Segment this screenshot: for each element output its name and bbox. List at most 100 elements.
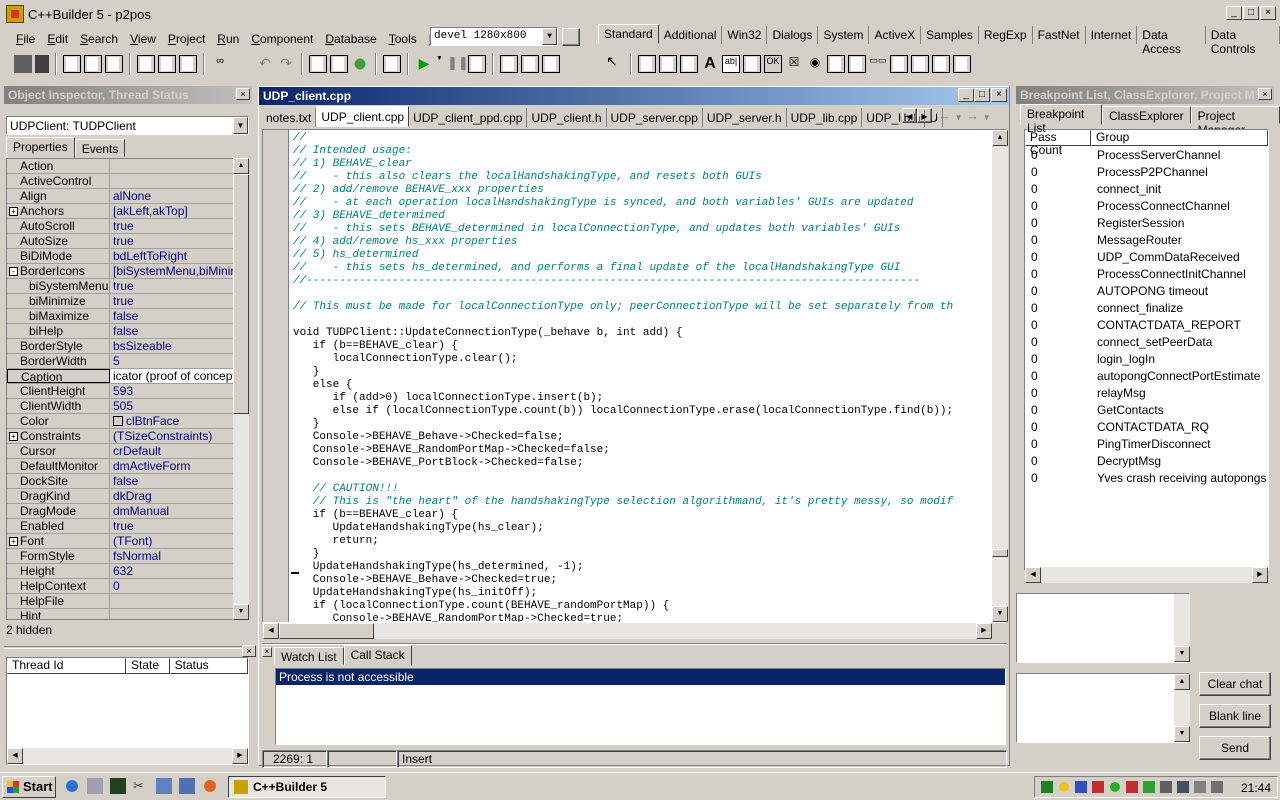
property-value[interactable]: 0 [110,579,233,593]
radiogroup-component-icon[interactable] [911,55,929,73]
open-project-icon[interactable] [63,55,81,73]
property-row[interactable]: AutoSize true [7,234,233,249]
tools-tray-icon[interactable] [1177,781,1189,793]
code-line[interactable] [293,314,953,327]
editor-tab-notes-txt[interactable]: notes.txt [262,108,317,127]
code-line[interactable]: Console->BEHAVE_RandomPortMap->Checked=t… [293,613,953,622]
breakpoint-row[interactable]: 0 MessageRouter [1025,232,1268,249]
property-grid-scrollbar[interactable]: ▲ ▼ [233,158,249,620]
volume-icon[interactable] [1194,781,1206,793]
code-line[interactable]: if (localConnectionType.count(BEHAVE_ran… [293,600,953,613]
property-row[interactable]: HelpFile [7,594,233,609]
property-row[interactable]: biMinimize true [7,294,233,309]
button-component-icon[interactable]: OK [764,55,782,73]
code-line[interactable] [293,288,953,301]
editor-vscrollbar[interactable]: ▲ ▼ [992,130,1008,622]
property-row[interactable]: + Constraints (TSizeConstraints) [7,429,233,444]
breakpoint-row[interactable]: 0 connect_setPeerData [1025,334,1268,351]
scroll-right-icon[interactable]: ▶ [1252,567,1268,583]
tab-breakpoint-list[interactable]: Breakpoint List [1020,104,1102,135]
cpp-builder-app-icon[interactable] [6,5,24,23]
scroll-down-icon[interactable]: ▼ [992,606,1008,622]
code-line[interactable]: Console->BEHAVE_Behave->Checked=false; [293,431,953,444]
breakpoint-row[interactable]: 0 relayMsg [1025,385,1268,402]
chat-log[interactable] [1016,593,1190,663]
code-line[interactable]: localConnectionType.clear(); [293,353,953,366]
collapse-icon[interactable]: - [9,267,18,276]
send-button[interactable]: Send [1199,736,1271,760]
scroll-down-icon[interactable]: ▼ [1174,646,1190,662]
property-row[interactable]: BiDiMode bdLeftToRight [7,249,233,264]
minimize-button[interactable]: _ [1226,6,1242,20]
palette-tab-dialogs[interactable]: Dialogs [767,26,819,44]
chevron-down-icon[interactable]: ▼ [233,117,248,134]
breakpoint-row[interactable]: 0 Yves crash receiving autopongs [1025,470,1268,487]
code-line[interactable]: void TUDPClient::UpdateConnectionType(_b… [293,327,953,340]
tab-classexplorer[interactable]: ClassExplorer [1101,106,1191,124]
property-value[interactable]: true [110,294,233,308]
breakpoint-row[interactable]: 0 UDP_CommDataReceived [1025,249,1268,266]
breakpoint-row[interactable]: 0 GetContacts [1025,402,1268,419]
step-over-icon[interactable] [521,55,539,73]
column-header-thread-id[interactable]: Thread Id [7,658,126,674]
property-row[interactable]: DefaultMonitor dmActiveForm [7,459,233,474]
chat-log-scrollbar[interactable]: ▼ [1174,594,1190,662]
view-unit-icon[interactable] [84,55,102,73]
breakpoint-row[interactable]: 0 autopongConnectPortEstimate [1025,368,1268,385]
expand-icon[interactable]: + [9,537,18,546]
usb-icon[interactable] [1160,781,1172,793]
run-dropdown-icon[interactable]: ▼ [436,55,444,73]
palette-tab-win32[interactable]: Win32 [722,26,768,44]
property-row[interactable]: biHelp false [7,324,233,339]
property-value[interactable] [110,594,233,608]
property-row[interactable]: Cursor crDefault [7,444,233,459]
scroll-up-icon[interactable]: ▲ [992,130,1008,146]
property-row[interactable]: + Anchors [akLeft,akTop] [7,204,233,219]
property-row[interactable]: AutoScroll true [7,219,233,234]
breakpoint-row[interactable]: 0 ProcessConnectChannel [1025,198,1268,215]
main-menu-component-icon[interactable] [638,55,656,73]
internet-explorer-icon[interactable] [64,778,80,794]
palette-tab-system[interactable]: System [818,26,870,44]
code-line[interactable]: } [293,418,953,431]
property-row[interactable]: DragMode dmManual [7,504,233,519]
code-line[interactable]: // This must be made for localConnection… [293,301,953,314]
property-value[interactable]: dmManual [110,504,233,518]
new-icon[interactable] [14,55,32,73]
combobox-component-icon[interactable] [848,55,866,73]
program-reset-icon[interactable] [468,55,486,73]
chat-input[interactable] [1016,673,1190,743]
help-icon[interactable] [351,55,369,73]
pointer-arrow-icon[interactable]: ↖ [600,53,624,75]
property-value[interactable]: (TFont) [110,534,233,548]
tab-project-manager[interactable]: Project Manager [1190,106,1280,137]
property-value[interactable]: false [110,474,233,488]
paste-icon[interactable] [158,55,176,73]
antivirus-icon[interactable] [1143,781,1155,793]
back-arrow-icon[interactable]: ← [938,108,951,123]
editor-tab-udp-client-h[interactable]: UDP_client.h [527,108,607,127]
groupbox-component-icon[interactable] [890,55,908,73]
property-row[interactable]: ClientHeight 593 [7,384,233,399]
scroll-left-icon[interactable]: ◀ [7,748,23,764]
column-header-group[interactable]: Group [1091,130,1268,146]
label-component-icon[interactable]: A [701,55,719,73]
listbox-component-icon[interactable] [827,55,845,73]
messenger-icon[interactable] [1058,781,1070,793]
scroll-left-icon[interactable]: ◀ [263,623,279,639]
code-line[interactable]: // 4) add/remove hs_xxx properties [293,236,953,249]
palette-tab-regexp[interactable]: RegExp [979,26,1033,44]
breakpoint-row[interactable]: 0 CONTACTDATA_RQ [1025,419,1268,436]
code-line[interactable]: // 3) BEHAVE_determined [293,210,953,223]
breakpoint-row[interactable]: 0 connect_init [1025,181,1268,198]
chevron-down-icon[interactable]: ▼ [955,113,963,122]
close-icon[interactable]: × [236,88,250,100]
property-row[interactable]: + Font (TFont) [7,534,233,549]
code-line[interactable]: } [293,366,953,379]
code-line[interactable]: // This is "the heart" of the handshakin… [293,496,953,509]
breakpoint-row[interactable]: 0 DecryptMsg [1025,453,1268,470]
property-value[interactable]: (TSizeConstraints) [110,429,233,443]
panel-component-icon[interactable] [932,55,950,73]
scroll-up-icon[interactable]: ▲ [1174,674,1190,690]
menu-component[interactable]: Component [245,32,319,46]
